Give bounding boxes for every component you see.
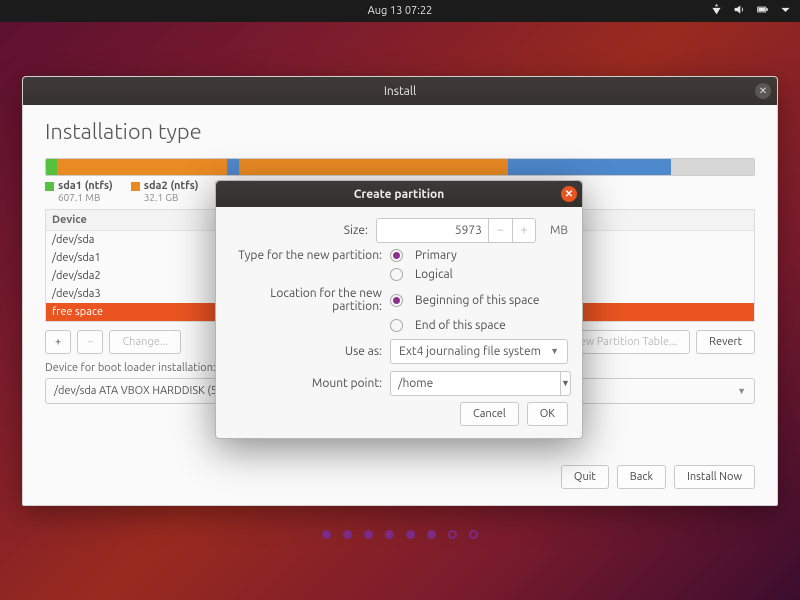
partition-type-label: Type for the new partition:	[230, 249, 390, 262]
close-icon[interactable]: ✕	[561, 186, 577, 202]
radio-end[interactable]	[390, 319, 403, 332]
sound-icon[interactable]	[733, 3, 746, 19]
network-icon[interactable]	[710, 3, 723, 19]
useas-label: Use as:	[230, 345, 390, 358]
mountpoint-label: Mount point:	[230, 377, 390, 390]
radio-primary[interactable]	[390, 249, 403, 262]
dialog-title: Create partition	[354, 188, 445, 201]
size-unit: MB	[550, 224, 568, 237]
chevron-down-icon[interactable]	[779, 3, 792, 19]
progress-dots	[322, 530, 478, 539]
radio-beginning[interactable]	[390, 294, 403, 307]
install-now-button[interactable]: Install Now	[674, 465, 755, 489]
chevron-down-icon: ▼	[737, 386, 746, 396]
size-decrement-button[interactable]: −	[488, 218, 512, 243]
window-title: Install	[384, 85, 416, 98]
size-input[interactable]	[376, 218, 488, 243]
change-partition-button: Change...	[109, 330, 180, 354]
remove-partition-button: −	[77, 330, 103, 354]
tray-icons	[710, 3, 792, 19]
page-title: Installation type	[45, 119, 755, 144]
add-partition-button[interactable]: +	[45, 330, 71, 354]
size-label: Size:	[230, 224, 376, 237]
disk-usage-bar	[45, 158, 755, 176]
revert-button[interactable]: Revert	[696, 330, 755, 354]
close-icon[interactable]: ✕	[755, 83, 771, 99]
chevron-down-icon: ▼	[550, 346, 559, 356]
ok-button[interactable]: OK	[527, 402, 568, 426]
create-partition-dialog: Create partition ✕ Size: − + MB Type for…	[215, 180, 583, 439]
useas-select[interactable]: Ext4 journaling file system ▼	[390, 339, 568, 364]
top-panel: Aug 13 07:22	[0, 0, 800, 22]
mountpoint-input[interactable]	[390, 371, 560, 396]
titlebar: Install ✕	[23, 77, 777, 105]
dialog-titlebar: Create partition ✕	[216, 181, 582, 207]
radio-logical[interactable]	[390, 268, 403, 281]
size-increment-button[interactable]: +	[512, 218, 536, 243]
clock: Aug 13 07:22	[368, 5, 433, 17]
back-button[interactable]: Back	[617, 465, 666, 489]
cancel-button[interactable]: Cancel	[460, 402, 519, 426]
location-label: Location for the new partition:	[230, 287, 390, 313]
quit-button[interactable]: Quit	[561, 465, 609, 489]
mountpoint-dropdown-button[interactable]: ▼	[560, 371, 571, 396]
battery-icon[interactable]	[756, 3, 769, 19]
